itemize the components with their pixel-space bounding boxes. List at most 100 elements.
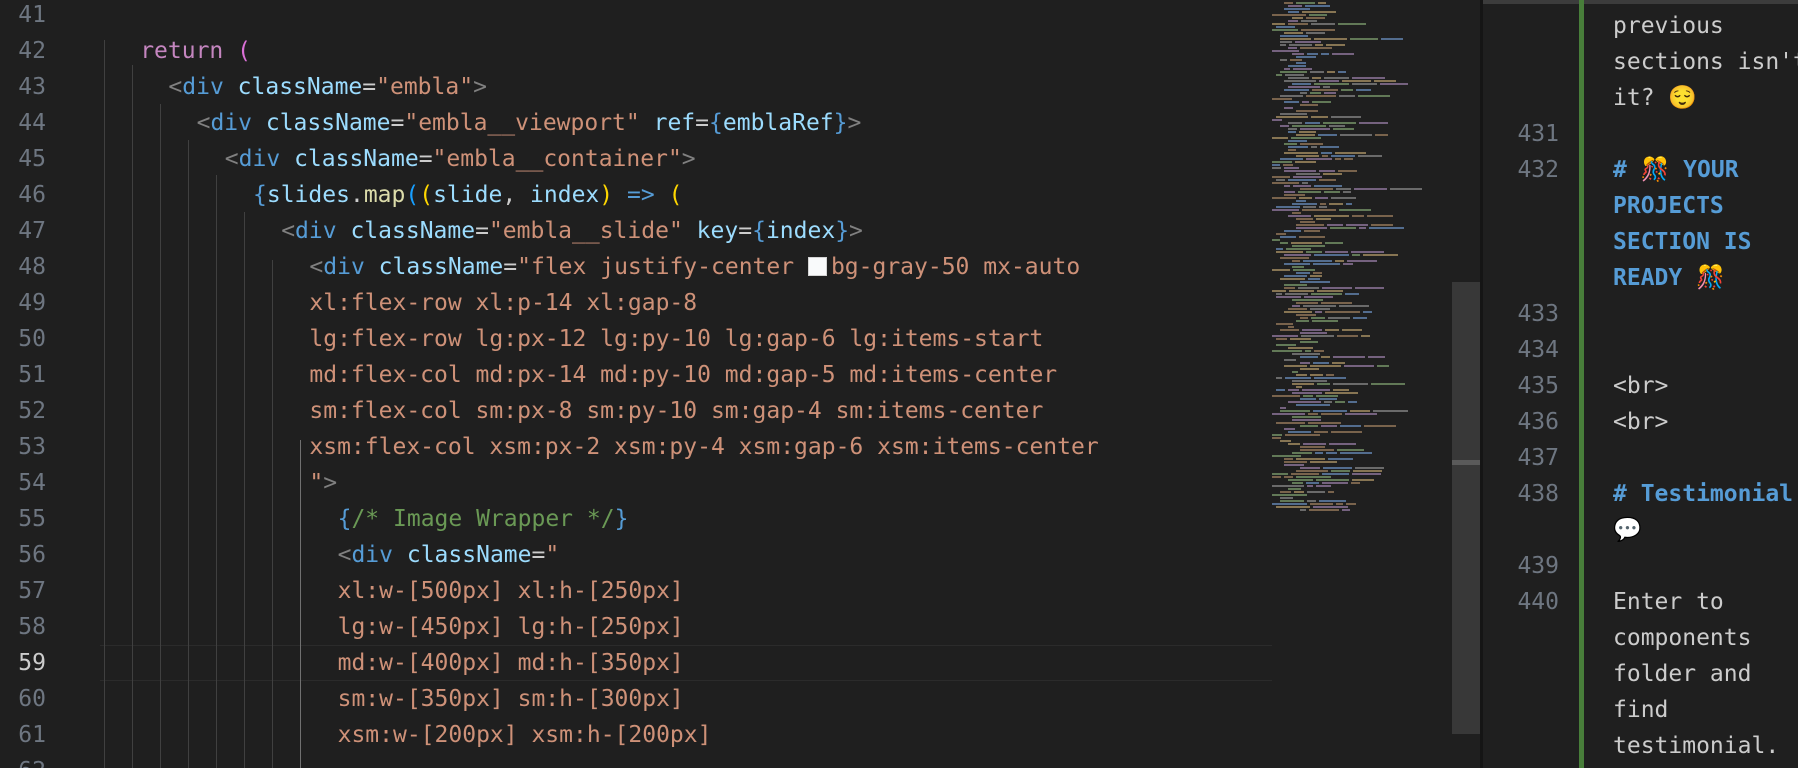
minimap-line (1300, 449, 1334, 451)
minimap-line (1288, 47, 1297, 49)
markdown-text-line[interactable]: Enter to (1613, 584, 1724, 620)
minimap-line (1284, 167, 1299, 169)
code-token: index (530, 182, 600, 208)
code-line[interactable]: md:w-[400px] md:h-[350px] (338, 645, 684, 681)
indent-guide (216, 175, 217, 768)
markdown-text-line[interactable]: previous (1613, 8, 1724, 44)
minimap-line (1342, 509, 1350, 511)
markdown-text-line[interactable]: components (1613, 620, 1751, 656)
markdown-text-line[interactable]: find (1613, 692, 1668, 728)
code-area[interactable]: return (<div className="embla"> <div clas… (100, 0, 1270, 768)
minimap-line (1342, 329, 1362, 331)
minimap-line (1308, 278, 1320, 280)
minimap-line (1296, 320, 1309, 322)
markdown-heading-line[interactable]: SECTION IS (1613, 224, 1751, 260)
code-line[interactable]: lg:flex-row lg:px-12 lg:py-10 lg:gap-6 l… (309, 321, 1043, 357)
minimap-line (1319, 398, 1337, 400)
minimap-line (1321, 356, 1330, 358)
code-line[interactable]: xl:flex-row xl:p-14 xl:gap-8 (309, 285, 697, 321)
minimap-line (1306, 482, 1319, 484)
code-line[interactable]: xsm:w-[200px] xsm:h-[200px] (338, 717, 712, 753)
minimap-line (1284, 2, 1293, 4)
minimap-line (1321, 302, 1352, 304)
code-line[interactable]: xl:w-[500px] xl:h-[250px] (338, 573, 684, 609)
minimap-line (1335, 260, 1344, 262)
code-token: ( (405, 182, 420, 208)
minimap-line (1280, 278, 1305, 280)
minimap-line (1288, 122, 1302, 124)
markdown-heading-line[interactable]: # 🎊 YOUR (1613, 152, 1739, 188)
minimap-line (1280, 158, 1303, 160)
code-line[interactable]: <div className="embla"> (168, 69, 487, 105)
code-line[interactable]: sm:flex-col sm:px-8 sm:py-10 sm:gap-4 sm… (309, 393, 1043, 429)
code-line[interactable]: <div className=" (338, 537, 560, 573)
minimap-line (1325, 311, 1360, 313)
minimap-line (1368, 356, 1385, 358)
markdown-text-line[interactable]: sections isn't (1613, 44, 1798, 80)
code-token: => (627, 182, 655, 208)
markdown-text-line[interactable]: testimonial. (1613, 728, 1779, 764)
code-line[interactable]: xsm:flex-col xsm:px-2 xsm:py-4 xsm:gap-6… (309, 429, 1098, 465)
markdown-heading-line[interactable]: PROJECTS (1613, 188, 1724, 224)
minimap[interactable] (1272, 0, 1452, 520)
code-line[interactable]: <div className="embla__slide" key={index… (281, 213, 863, 249)
minimap-line (1381, 38, 1403, 40)
minimap-line (1292, 371, 1298, 373)
code-line[interactable]: sm:w-[350px] sm:h-[300px] (338, 681, 684, 717)
minimap-line (1331, 470, 1350, 472)
markdown-text-line[interactable]: it? 😌 (1613, 80, 1697, 116)
code-token: lg:flex-row lg:px-12 lg:py-10 lg:gap-6 l… (309, 326, 1044, 352)
minimap-line (1327, 71, 1335, 73)
minimap-line (1300, 509, 1306, 511)
markdown-heading-line[interactable]: READY 🎊 (1613, 260, 1725, 296)
code-line[interactable]: <div className="embla__container"> (225, 141, 696, 177)
code-editor[interactable]: 41 42 43 44 45 46 47 48 49 50 51 52 53 54 55 56 57 58 59 60… (0, 0, 1480, 768)
minimap-line (1316, 395, 1338, 397)
minimap-line (1335, 158, 1341, 160)
minimap-line (1288, 347, 1313, 349)
minimap-line (1307, 485, 1313, 487)
code-token: className (237, 74, 363, 100)
code-line[interactable]: "> (309, 465, 337, 501)
minimap-line (1310, 461, 1337, 463)
line-number: 52 (18, 398, 46, 424)
code-line[interactable]: lg:w-[450px] lg:h-[250px] (338, 609, 684, 645)
code-line[interactable]: <div className="embla__viewport" ref={em… (197, 105, 862, 141)
markdown-text-line[interactable]: 💬 (1613, 512, 1642, 548)
minimap-line (1280, 407, 1286, 409)
code-line[interactable]: md:flex-col md:px-14 md:py-10 md:gap-5 m… (309, 357, 1057, 393)
minimap-line (1355, 467, 1384, 469)
minimap-line (1276, 506, 1310, 508)
scrollbar-thumb[interactable] (1452, 282, 1480, 734)
minimap-line (1302, 11, 1336, 13)
minimap-line (1289, 290, 1314, 292)
code-line[interactable]: <div className="flex justify-center bg-g… (309, 249, 1080, 285)
minimap-line (1284, 185, 1290, 187)
code-token: ( (419, 182, 434, 208)
minimap-line (1314, 83, 1349, 85)
code-token: sm:flex-col sm:px-8 sm:py-10 sm:gap-4 sm… (309, 398, 1044, 424)
markdown-heading-line[interactable]: # Testimonial (1613, 476, 1793, 512)
line-number: 56 (18, 542, 46, 568)
color-swatch-icon[interactable] (807, 257, 827, 276)
minimap-line (1284, 191, 1295, 193)
minimap-line (1276, 377, 1282, 379)
minimap-line (1284, 107, 1293, 109)
code-line[interactable]: {slides.map((slide, index) => ( (253, 177, 682, 213)
markdown-editor-pane[interactable]: 431 432 433 434 435 436 437 438 439 440 previous s… (1483, 0, 1798, 768)
markdown-text-line[interactable]: <br> (1613, 368, 1668, 404)
code-line[interactable]: return ( (140, 33, 251, 69)
minimap-line (1311, 116, 1328, 118)
minimap-line (1292, 266, 1304, 268)
markdown-text-line[interactable]: <br> (1613, 404, 1668, 440)
minimap-line (1272, 335, 1298, 337)
minimap-line (1315, 197, 1328, 199)
code-token: = (738, 218, 753, 244)
code-line[interactable]: {/* Image Wrapper */} (338, 501, 629, 537)
minimap-line (1272, 182, 1299, 184)
markdown-text-line[interactable]: folder and (1613, 656, 1751, 692)
minimap-line (1276, 206, 1300, 208)
minimap-line (1311, 23, 1335, 25)
minimap-line (1328, 458, 1353, 460)
